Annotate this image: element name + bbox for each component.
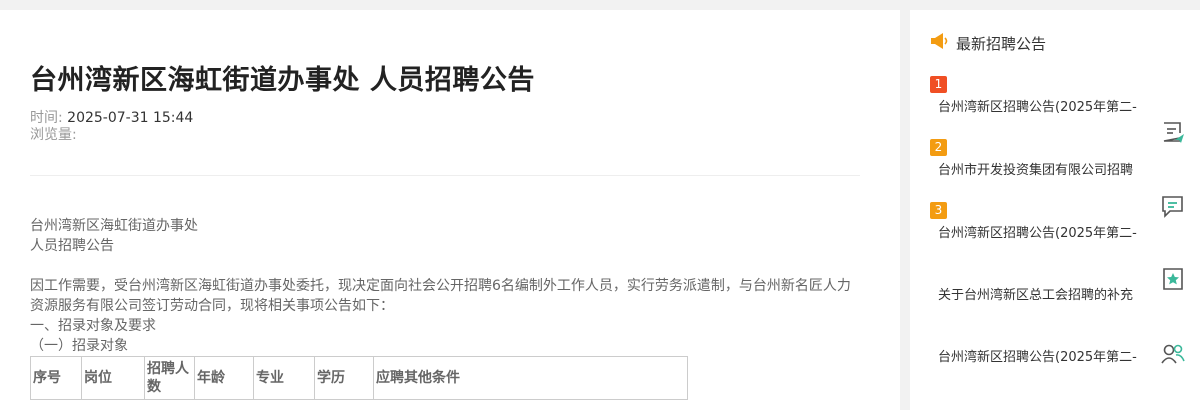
- list-item-link[interactable]: 台州市开发投资集团有限公司招聘: [938, 159, 1150, 178]
- sidebar: 最新招聘公告 1 台州湾新区招聘公告(2025年第二- 2 台州市开发投资集团有…: [910, 10, 1200, 410]
- divider: [30, 175, 860, 176]
- list-item[interactable]: 台州湾新区招聘公告(2025年第二-: [930, 343, 1150, 365]
- favorite-icon[interactable]: [1160, 266, 1186, 292]
- rank-badge: 2: [930, 139, 947, 156]
- section-heading: 一、招录对象及要求: [30, 318, 156, 334]
- list-item[interactable]: 2 台州市开发投资集团有限公司招聘: [930, 136, 1150, 178]
- list-item[interactable]: 关于台州湾新区总工会招聘的补充: [930, 281, 1150, 303]
- article-body: 台州湾新区海虹街道办事处 人员招聘公告 因工作需要，受台州湾新区海虹街道办事处委…: [30, 216, 860, 356]
- list-item[interactable]: 1 台州湾新区招聘公告(2025年第二-: [930, 73, 1150, 115]
- sidebar-title: 最新招聘公告: [956, 34, 1047, 53]
- comment-icon[interactable]: [1160, 193, 1186, 219]
- body-paragraph: 因工作需要，受台州湾新区海虹街道办事处委托，现决定面向社会公开招聘6名编制外工作…: [30, 278, 851, 314]
- recruit-table: 序号 岗位 招聘人数 年龄 专业 学历 应聘其他条件: [30, 356, 688, 400]
- view-count: 浏览量:: [30, 127, 193, 144]
- time-label: 时间:: [30, 110, 63, 126]
- time-value: 2025-07-31 15:44: [67, 110, 194, 126]
- megaphone-icon: [930, 32, 950, 54]
- col-header-count: 招聘人数: [144, 356, 195, 400]
- list-item[interactable]: 3 台州湾新区招聘公告(2025年第二-: [930, 199, 1150, 241]
- col-header-age: 年龄: [194, 356, 254, 400]
- page-title: 台州湾新区海虹街道办事处 人员招聘公告: [30, 65, 535, 96]
- sidebar-header: 最新招聘公告: [930, 32, 1046, 54]
- article-meta: 时间: 2025-07-31 15:44 浏览量:: [30, 110, 193, 144]
- col-header-major: 专业: [253, 356, 315, 400]
- subsection-heading: （一）招录对象: [30, 338, 128, 354]
- list-item-link[interactable]: 关于台州湾新区总工会招聘的补充: [938, 284, 1150, 303]
- users-icon[interactable]: [1160, 341, 1186, 367]
- list-item-link[interactable]: 台州湾新区招聘公告(2025年第二-: [938, 222, 1150, 241]
- list-item-link[interactable]: 台州湾新区招聘公告(2025年第二-: [938, 96, 1150, 115]
- rank-badge: 3: [930, 202, 947, 219]
- rank-badge: 1: [930, 76, 947, 93]
- col-header-position: 岗位: [81, 356, 145, 400]
- views-label: 浏览量:: [30, 127, 77, 143]
- table-header-row: 序号 岗位 招聘人数 年龄 专业 学历 应聘其他条件: [30, 356, 688, 400]
- article-panel: 台州湾新区海虹街道办事处 人员招聘公告 时间: 2025-07-31 15:44…: [0, 10, 900, 410]
- col-header-education: 学历: [314, 356, 374, 400]
- body-heading-line: 人员招聘公告: [30, 238, 114, 254]
- publish-time: 时间: 2025-07-31 15:44: [30, 110, 193, 127]
- col-header-other-requirements: 应聘其他条件: [373, 356, 688, 400]
- body-org-line: 台州湾新区海虹街道办事处: [30, 218, 198, 234]
- col-header-number: 序号: [30, 356, 82, 400]
- edit-message-icon[interactable]: [1160, 120, 1186, 146]
- list-item-link[interactable]: 台州湾新区招聘公告(2025年第二-: [938, 346, 1150, 365]
